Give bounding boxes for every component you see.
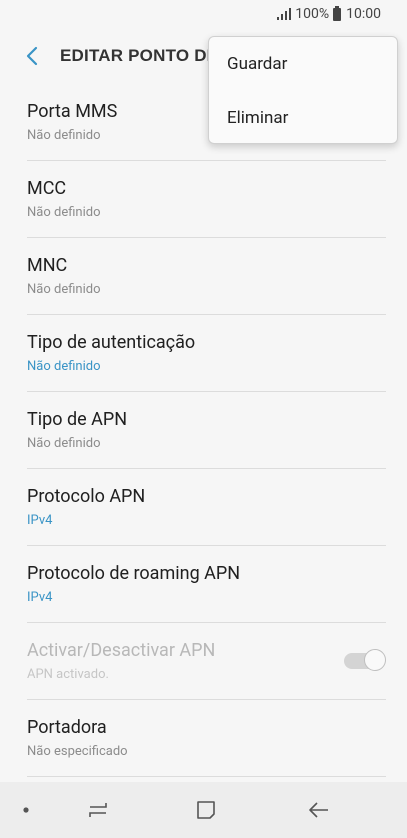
setting-title: Portadora (27, 717, 107, 738)
setting-value: Não definido (27, 128, 101, 143)
clock: 10:00 (346, 6, 381, 22)
setting-mcc[interactable]: MCC Não definido (27, 161, 386, 238)
setting-title: Porta MMS (27, 101, 118, 122)
back-button[interactable] (12, 36, 52, 76)
battery-icon (333, 5, 342, 21)
recent-apps-icon[interactable] (84, 796, 112, 824)
setting-title: Tipo de autenticação (27, 332, 196, 353)
setting-value: IPv4 (27, 590, 53, 605)
setting-title: Protocolo de roaming APN (27, 563, 241, 584)
setting-title: Activar/Desactivar APN (27, 640, 216, 661)
setting-protocolo-apn[interactable]: Protocolo APN IPv4 (27, 469, 386, 546)
setting-tipo-autenticacao[interactable]: Tipo de autenticação Não definido (27, 315, 386, 392)
settings-list: Porta MMS Não definido MCC Não definido … (0, 84, 407, 777)
setting-activar-apn: Activar/Desactivar APN APN activado. (27, 623, 386, 700)
setting-value: Não definido (27, 282, 101, 297)
status-bar: 100% 10:00 (0, 0, 407, 28)
setting-title: Protocolo APN (27, 486, 146, 507)
setting-value: Não definido (27, 205, 101, 220)
setting-title: MNC (27, 255, 68, 276)
overflow-menu: Guardar Eliminar (208, 36, 398, 144)
setting-tipo-apn[interactable]: Tipo de APN Não definido (27, 392, 386, 469)
home-icon[interactable] (192, 796, 220, 824)
setting-title: MCC (27, 178, 67, 199)
apn-toggle (344, 649, 386, 673)
menu-item-guardar[interactable]: Guardar (209, 37, 397, 91)
toggle-knob (364, 649, 386, 671)
setting-value: Não especificado (27, 744, 128, 759)
setting-value: Não definido (27, 359, 101, 374)
back-icon[interactable] (305, 796, 333, 824)
setting-value: APN activado. (27, 667, 109, 682)
navigation-bar (0, 782, 407, 838)
menu-item-eliminar[interactable]: Eliminar (209, 91, 397, 145)
setting-mnc[interactable]: MNC Não definido (27, 238, 386, 315)
page-title: EDITAR PONTO DE (60, 46, 219, 65)
setting-protocolo-roaming-apn[interactable]: Protocolo de roaming APN IPv4 (27, 546, 386, 623)
setting-value: Não definido (27, 436, 101, 451)
signal-icon (277, 8, 292, 20)
dot-icon[interactable] (12, 796, 40, 824)
battery-percent: 100% (295, 6, 330, 22)
back-arrow-icon (26, 46, 38, 66)
setting-portadora[interactable]: Portadora Não especificado (27, 700, 386, 777)
setting-title: Tipo de APN (27, 409, 128, 430)
setting-value: IPv4 (27, 513, 53, 528)
